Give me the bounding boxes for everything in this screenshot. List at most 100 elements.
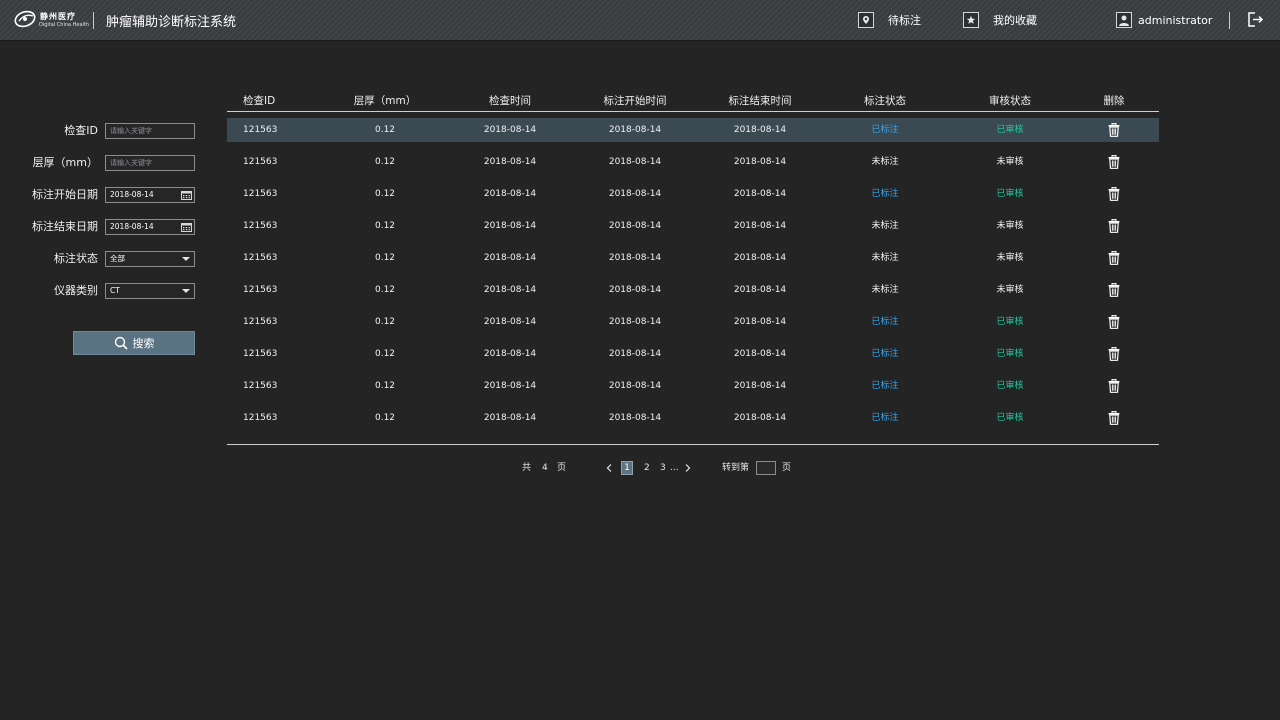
col-header-annotation-status[interactable]: 标注状态 bbox=[864, 94, 906, 109]
table-row[interactable]: 121563 0.12 2018-08-14 2018-08-14 2018-08-14… bbox=[227, 374, 1159, 398]
col-header-delete: 删除 bbox=[1103, 95, 1125, 107]
table-row[interactable]: 121563 0.12 2018-08-14 2018-08-14 2018-08-14… bbox=[227, 150, 1159, 174]
cell-review-status: 未审核 bbox=[996, 157, 1024, 167]
thickness-input[interactable] bbox=[106, 156, 194, 170]
user-icon bbox=[1116, 12, 1132, 28]
user-menu[interactable]: administrator bbox=[1116, 11, 1212, 29]
cell-annotation-status: 已标注 bbox=[871, 125, 899, 135]
device-type-select[interactable]: CT bbox=[105, 283, 195, 299]
cell-annotation-start: 2018-08-14 bbox=[608, 221, 662, 231]
logo-mark-icon bbox=[14, 10, 36, 28]
cell-thickness: 0.12 bbox=[374, 349, 396, 359]
chevron-down-icon[interactable] bbox=[182, 257, 190, 261]
col-header-review-status[interactable]: 审核状态 bbox=[989, 94, 1031, 109]
cell-annotation-status: 已标注 bbox=[871, 317, 899, 327]
trash-icon[interactable] bbox=[1108, 187, 1120, 201]
trash-icon[interactable] bbox=[1108, 251, 1120, 265]
cell-review-status: 已审核 bbox=[996, 413, 1024, 423]
col-header-annotation-start[interactable]: 标注开始时间 bbox=[604, 94, 667, 109]
logo-text: 静州医疗 bbox=[40, 12, 76, 21]
col-header-exam-id[interactable]: 检查ID bbox=[243, 94, 275, 109]
page-button-3[interactable]: 3 bbox=[660, 461, 666, 475]
table-row[interactable]: 121563 0.12 2018-08-14 2018-08-14 2018-08-14… bbox=[227, 342, 1159, 366]
pagination-total-suffix: 页 bbox=[557, 463, 567, 473]
cell-exam-id: 121563 bbox=[243, 381, 278, 391]
trash-icon[interactable] bbox=[1108, 347, 1120, 361]
trash-icon[interactable] bbox=[1108, 315, 1120, 329]
exam-id-input[interactable] bbox=[106, 124, 194, 138]
title-divider bbox=[93, 12, 94, 29]
trash-icon[interactable] bbox=[1108, 219, 1120, 233]
trash-icon[interactable] bbox=[1108, 283, 1120, 297]
start-date-input[interactable]: 2018-08-14 bbox=[105, 187, 195, 203]
table-row[interactable]: 121563 0.12 2018-08-14 2018-08-14 2018-08-14… bbox=[227, 278, 1159, 302]
app-title: 肿瘤辅助诊断标注系统 bbox=[106, 15, 237, 30]
end-date-input[interactable]: 2018-08-14 bbox=[105, 219, 195, 235]
table-row[interactable]: 121563 0.12 2018-08-14 2018-08-14 2018-08-14… bbox=[227, 310, 1159, 334]
table-row[interactable]: 121563 0.12 2018-08-14 2018-08-14 2018-08-14… bbox=[227, 118, 1159, 142]
col-header-thickness[interactable]: 层厚（mm） bbox=[354, 94, 416, 109]
logo-subtext: Digital China Health bbox=[39, 22, 90, 28]
filter-device-type: 仪器类别 CT bbox=[0, 283, 200, 299]
calendar-icon[interactable] bbox=[181, 222, 192, 232]
cell-annotation-start: 2018-08-14 bbox=[608, 285, 662, 295]
table-row[interactable]: 121563 0.12 2018-08-14 2018-08-14 2018-08-14… bbox=[227, 246, 1159, 270]
exam-id-label: 检查ID bbox=[64, 124, 98, 137]
user-divider bbox=[1229, 12, 1230, 29]
cell-annotation-start: 2018-08-14 bbox=[608, 317, 662, 327]
cell-review-status: 未审核 bbox=[996, 221, 1024, 231]
jump-to-page-field bbox=[756, 461, 776, 475]
table-body: 121563 0.12 2018-08-14 2018-08-14 2018-08-14… bbox=[227, 118, 1159, 438]
cell-thickness: 0.12 bbox=[374, 221, 396, 231]
favorites-nav[interactable]: 我的收藏 bbox=[963, 11, 1037, 29]
cell-annotation-status: 未标注 bbox=[871, 285, 899, 295]
table-bottom-divider bbox=[227, 444, 1159, 445]
filter-annotation-status: 标注状态 全部 bbox=[0, 251, 200, 267]
cell-exam-time: 2018-08-14 bbox=[483, 349, 537, 359]
page-button-2[interactable]: 2 bbox=[644, 461, 650, 475]
logout-button[interactable] bbox=[1247, 11, 1264, 28]
cell-thickness: 0.12 bbox=[374, 317, 396, 327]
username-label: administrator bbox=[1138, 13, 1213, 27]
chevron-down-icon[interactable] bbox=[182, 289, 190, 293]
thickness-field-box bbox=[105, 155, 195, 171]
trash-icon[interactable] bbox=[1108, 123, 1120, 137]
cell-exam-time: 2018-08-14 bbox=[483, 157, 537, 167]
company-logo[interactable]: 静州医疗 Digital China Health bbox=[14, 9, 89, 31]
cell-annotation-status: 已标注 bbox=[871, 189, 899, 199]
page-button-1[interactable]: 1 bbox=[621, 461, 633, 475]
col-header-annotation-end[interactable]: 标注结束时间 bbox=[729, 94, 792, 109]
cell-annotation-start: 2018-08-14 bbox=[608, 413, 662, 423]
cell-annotation-start: 2018-08-14 bbox=[608, 189, 662, 199]
cell-thickness: 0.12 bbox=[374, 189, 396, 199]
trash-icon[interactable] bbox=[1108, 411, 1120, 425]
cell-annotation-end: 2018-08-14 bbox=[733, 157, 787, 167]
cell-thickness: 0.12 bbox=[374, 381, 396, 391]
jump-to-suffix: 页 bbox=[782, 463, 792, 473]
trash-icon[interactable] bbox=[1108, 379, 1120, 393]
favorites-label: 我的收藏 bbox=[993, 14, 1037, 27]
cell-annotation-status: 未标注 bbox=[871, 157, 899, 167]
cell-exam-time: 2018-08-14 bbox=[483, 317, 537, 327]
table-row[interactable]: 121563 0.12 2018-08-14 2018-08-14 2018-08-14… bbox=[227, 214, 1159, 238]
cell-annotation-end: 2018-08-14 bbox=[733, 253, 787, 263]
chevron-left-icon bbox=[606, 464, 612, 472]
end-date-value: 2018-08-14 bbox=[110, 222, 154, 231]
col-header-exam-time[interactable]: 检查时间 bbox=[489, 94, 531, 109]
annotation-status-select[interactable]: 全部 bbox=[105, 251, 195, 267]
exam-table: 检查ID 层厚（mm） 检查时间 标注开始时间 标注结束时间 标注状态 审核状态… bbox=[227, 94, 1159, 425]
table-row[interactable]: 121563 0.12 2018-08-14 2018-08-14 2018-08-14… bbox=[227, 182, 1159, 206]
pending-annotation-nav[interactable]: 待标注 bbox=[858, 11, 921, 29]
exam-id-field-box bbox=[105, 123, 195, 139]
jump-to-page-input[interactable] bbox=[757, 462, 775, 474]
cell-exam-id: 121563 bbox=[243, 125, 278, 135]
calendar-icon[interactable] bbox=[181, 190, 192, 200]
cell-review-status: 已审核 bbox=[996, 349, 1024, 359]
table-row[interactable]: 121563 0.12 2018-08-14 2018-08-14 2018-08-14… bbox=[227, 406, 1159, 430]
trash-icon[interactable] bbox=[1108, 155, 1120, 169]
search-button[interactable]: 搜索 bbox=[73, 331, 195, 355]
prev-page-button[interactable] bbox=[606, 461, 612, 475]
cell-thickness: 0.12 bbox=[374, 253, 396, 263]
cell-thickness: 0.12 bbox=[374, 285, 396, 295]
next-page-button[interactable] bbox=[685, 461, 691, 475]
